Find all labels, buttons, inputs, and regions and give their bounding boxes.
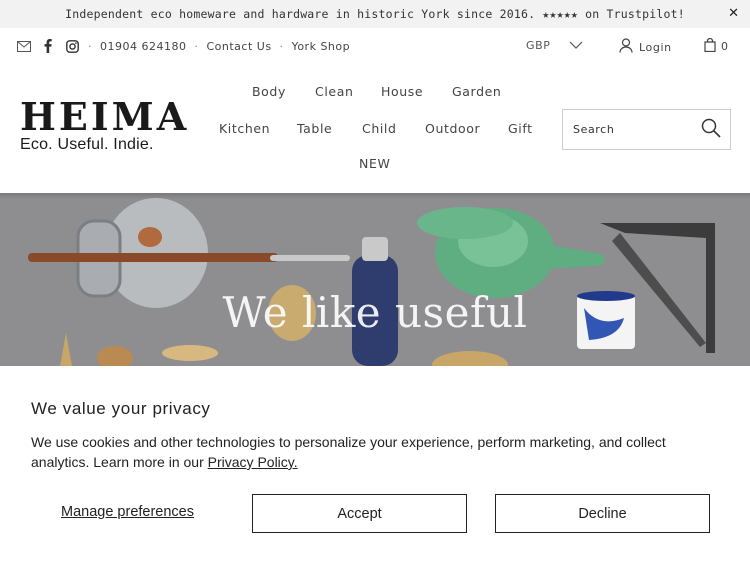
- hero-product-image: [28, 198, 715, 366]
- cart-count: 0: [721, 40, 728, 53]
- login-label: Login: [639, 40, 672, 54]
- decline-button[interactable]: Decline: [495, 494, 710, 533]
- utility-links: · 01904 624180 · Contact Us · York Shop: [16, 36, 350, 56]
- cookie-description: We use cookies and other technologies to…: [31, 432, 721, 472]
- separator: ·: [279, 39, 284, 53]
- privacy-policy-link[interactable]: Privacy Policy.: [208, 454, 298, 470]
- shopping-bag-icon: [704, 37, 716, 55]
- nav-item-body[interactable]: Body: [252, 84, 286, 99]
- separator: ·: [194, 39, 199, 53]
- facebook-icon[interactable]: [40, 38, 56, 54]
- search-input[interactable]: [563, 110, 698, 149]
- chevron-down-icon: [569, 39, 583, 52]
- search-box: [562, 109, 731, 150]
- nav-item-kitchen[interactable]: Kitchen: [219, 121, 270, 136]
- nav-item-gift[interactable]: Gift: [508, 121, 533, 136]
- nav-item-clean[interactable]: Clean: [315, 84, 353, 99]
- nav-item-outdoor[interactable]: Outdoor: [425, 121, 480, 136]
- announcement-bar: Independent eco homeware and hardware in…: [0, 0, 750, 28]
- hero-heading: We like useful: [222, 288, 528, 337]
- cookie-title: We value your privacy: [31, 399, 211, 418]
- search-icon[interactable]: [701, 118, 721, 142]
- hero-banner: We like useful: [0, 193, 750, 366]
- cookie-consent-dialog: We value your privacy We use cookies and…: [0, 366, 750, 563]
- york-shop-link[interactable]: York Shop: [292, 40, 351, 53]
- nav-item-child[interactable]: Child: [362, 121, 397, 136]
- contact-us-link[interactable]: Contact Us: [206, 40, 271, 53]
- cookie-body-text: We use cookies and other technologies to…: [31, 434, 666, 470]
- login-link[interactable]: Login: [619, 38, 672, 56]
- site-logo[interactable]: HEIMA Eco. Useful. Indie.: [20, 98, 189, 154]
- mail-icon[interactable]: [16, 38, 32, 54]
- nav-item-garden[interactable]: Garden: [452, 84, 501, 99]
- logo-title: HEIMA: [20, 94, 190, 139]
- instagram-icon[interactable]: [64, 38, 80, 54]
- nav-item-table[interactable]: Table: [297, 121, 332, 136]
- accept-button[interactable]: Accept: [252, 494, 467, 533]
- nav-item-house[interactable]: House: [381, 84, 423, 99]
- user-icon: [619, 38, 633, 56]
- announcement-text: Independent eco homeware and hardware in…: [65, 7, 685, 21]
- cart-link[interactable]: 0: [704, 37, 728, 55]
- nav-item-new[interactable]: NEW: [359, 156, 390, 171]
- phone-link[interactable]: 01904 624180: [100, 40, 186, 53]
- currency-value: GBP: [526, 39, 551, 52]
- currency-selector[interactable]: GBP: [526, 39, 583, 52]
- close-icon[interactable]: ✕: [728, 6, 739, 21]
- separator: ·: [88, 39, 92, 53]
- manage-preferences-link[interactable]: Manage preferences: [61, 504, 194, 520]
